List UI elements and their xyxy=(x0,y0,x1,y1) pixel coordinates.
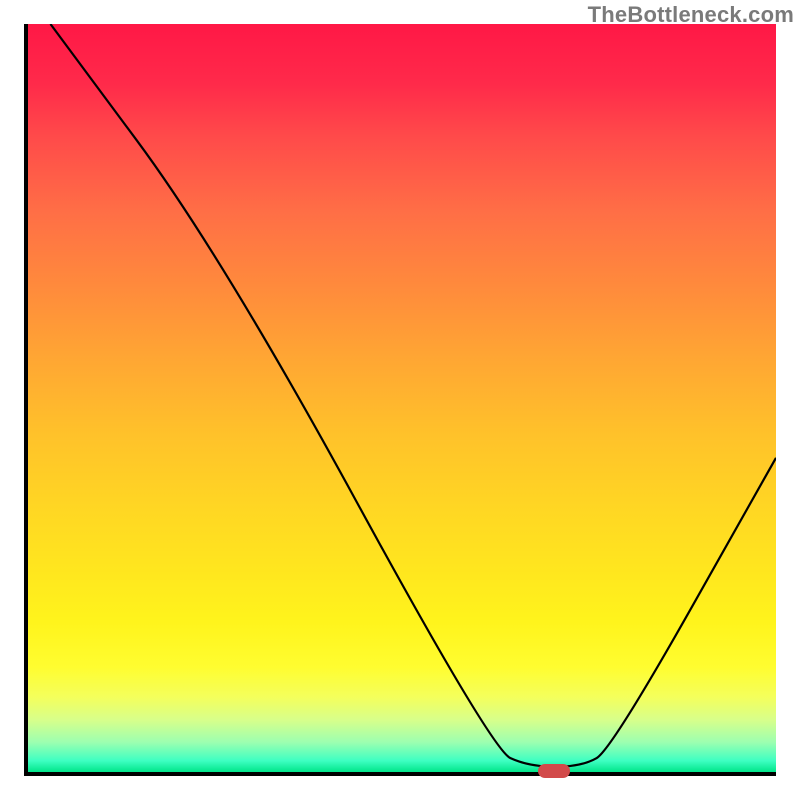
optimal-marker xyxy=(538,764,570,778)
plot-area xyxy=(24,24,776,776)
chart-container: TheBottleneck.com xyxy=(0,0,800,800)
background-gradient xyxy=(28,24,776,772)
